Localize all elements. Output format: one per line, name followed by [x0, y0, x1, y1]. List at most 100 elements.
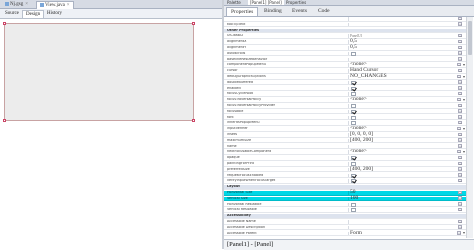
property-row[interactable]: Accessible Description… — [224, 225, 466, 231]
tab-binding[interactable]: Binding — [260, 7, 286, 15]
tab-properties[interactable]: Properties — [226, 7, 259, 16]
ellipsis-button[interactable]: … — [458, 17, 462, 21]
property-value-cell[interactable]: … — [348, 202, 466, 207]
close-icon[interactable]: × — [67, 3, 70, 8]
resize-handle[interactable] — [3, 119, 6, 122]
ellipsis-button[interactable]: … — [458, 115, 462, 119]
property-row[interactable]: baselineResizeBehavior… — [224, 57, 466, 63]
property-row[interactable]: inheritsPopupMenu… — [224, 120, 466, 126]
ellipsis-button[interactable]: … — [458, 219, 462, 224]
property-row[interactable]: alignmentY 0,5… — [224, 44, 466, 51]
property-value-cell[interactable]: … — [348, 51, 466, 56]
property-row[interactable]: cursor Hand Cursor… — [224, 68, 466, 74]
dropdown-arrow-icon[interactable] — [463, 127, 465, 130]
property-row[interactable]: debugGraphicsOptions NO_CHANGES… — [224, 73, 466, 80]
property-row[interactable]: verifyInputWhenFocusTarget… — [224, 178, 466, 184]
close-icon[interactable]: × — [25, 2, 28, 7]
ellipsis-button[interactable]: … — [458, 161, 462, 166]
property-value-cell[interactable]: … — [348, 17, 466, 21]
property-checkbox[interactable] — [351, 109, 356, 114]
property-checkbox[interactable] — [351, 86, 356, 91]
ellipsis-button[interactable]: … — [457, 149, 461, 154]
ellipsis-button[interactable]: … — [458, 33, 462, 38]
property-row[interactable]: focusTraversalPolicy <none>… — [224, 97, 466, 103]
ellipsis-button[interactable]: … — [458, 207, 462, 212]
ellipsis-button[interactable]: … — [458, 155, 462, 160]
file-tab-nj[interactable]: Nj.gsg × — [2, 1, 31, 8]
property-row[interactable]: alignmentX 0,5… — [224, 39, 466, 45]
property-row[interactable]: nextFocusableComponent <none>… — [224, 149, 466, 155]
palette-title[interactable]: Palette — [227, 0, 241, 5]
property-value-cell[interactable]: [400, 200]… — [348, 166, 466, 172]
property-row[interactable]: toolTipText… — [224, 22, 466, 28]
property-row[interactable]: doubleBuffered… — [224, 80, 466, 86]
property-category[interactable]: Other Properties — [224, 28, 466, 34]
property-row[interactable]: autoscrolls… — [224, 51, 466, 57]
property-value-cell[interactable]: … — [348, 173, 466, 178]
ellipsis-button[interactable]: … — [458, 132, 462, 137]
property-value-cell[interactable]: [400, 200]… — [348, 137, 466, 143]
property-row[interactable]: focusable… — [224, 109, 466, 115]
property-row[interactable]: Accessible Parent Form… — [224, 230, 466, 237]
property-value-cell[interactable]: Form… — [348, 230, 466, 236]
tab-history[interactable]: History — [44, 10, 65, 17]
property-value-cell[interactable]: … — [348, 115, 466, 120]
resize-handle[interactable] — [192, 119, 195, 122]
property-row[interactable]: … — [224, 17, 466, 22]
property-value-cell[interactable]: 0,5… — [348, 39, 466, 44]
property-checkbox[interactable] — [351, 115, 356, 120]
property-row[interactable]: inputVerifier <none>… — [224, 126, 466, 132]
property-row[interactable]: componentPopupMenu <none>… — [224, 62, 466, 68]
property-row[interactable]: focusTraversalPolicyProvider… — [224, 103, 466, 109]
resize-handle[interactable] — [3, 22, 6, 25]
property-checkbox[interactable] — [351, 173, 356, 178]
property-value-cell[interactable]: NO_CHANGES… — [348, 73, 466, 79]
property-category[interactable]: Layout — [224, 185, 466, 190]
ellipsis-button[interactable]: … — [458, 39, 462, 44]
ellipsis-button[interactable]: … — [458, 80, 462, 84]
ellipsis-button[interactable]: … — [458, 86, 462, 90]
property-row[interactable]: Vertical Resizable… — [224, 207, 466, 213]
ellipsis-button[interactable]: … — [458, 120, 462, 125]
design-canvas[interactable] — [0, 19, 222, 249]
ellipsis-button[interactable]: … — [457, 74, 461, 79]
ellipsis-button[interactable]: … — [458, 51, 462, 55]
property-checkbox[interactable] — [351, 80, 356, 85]
property-checkbox[interactable] — [351, 51, 356, 56]
property-checkbox[interactable] — [351, 104, 356, 108]
property-row[interactable]: focusCycleRoot… — [224, 91, 466, 97]
ellipsis-button[interactable]: … — [458, 190, 462, 195]
ellipsis-button[interactable]: … — [458, 196, 462, 200]
property-row[interactable]: opaque… — [224, 155, 466, 161]
ellipsis-button[interactable]: … — [457, 126, 461, 131]
dropdown-arrow-icon[interactable] — [463, 232, 465, 235]
property-row[interactable]: enabled… — [224, 86, 466, 92]
component-title[interactable]: [Panel1] [Panel] — [248, 0, 284, 5]
resize-handle[interactable] — [192, 22, 195, 25]
property-checkbox[interactable] — [351, 179, 356, 184]
property-value-cell[interactable]: … — [348, 103, 466, 108]
ellipsis-button[interactable]: … — [458, 173, 462, 177]
dropdown-arrow-icon[interactable] — [463, 151, 465, 154]
ellipsis-button[interactable]: … — [458, 178, 462, 183]
property-row[interactable]: Accessible Name… — [224, 219, 466, 225]
ellipsis-button[interactable]: … — [458, 225, 462, 229]
property-value-cell[interactable]: 100… — [348, 195, 466, 201]
ellipsis-button[interactable]: … — [458, 202, 462, 206]
ellipsis-button[interactable]: … — [458, 57, 462, 61]
ellipsis-button[interactable]: … — [458, 103, 462, 108]
property-sheet-scrollbar[interactable] — [466, 17, 473, 238]
ellipsis-button[interactable]: … — [458, 91, 462, 96]
ellipsis-button[interactable]: … — [458, 144, 462, 148]
dropdown-arrow-icon[interactable] — [463, 64, 465, 67]
property-checkbox[interactable] — [351, 208, 356, 213]
ellipsis-button[interactable]: … — [457, 231, 461, 235]
ellipsis-button[interactable]: … — [457, 62, 461, 67]
file-tab-view-java[interactable]: View.java × — [36, 1, 74, 9]
property-category[interactable]: Accessibility — [224, 214, 466, 219]
dropdown-arrow-icon[interactable] — [463, 98, 465, 101]
property-value-cell[interactable]: … — [348, 219, 466, 224]
property-row[interactable]: font… — [224, 115, 466, 121]
property-row[interactable]: requestFocusEnabled… — [224, 173, 466, 179]
property-value-cell[interactable]: … — [348, 80, 466, 85]
